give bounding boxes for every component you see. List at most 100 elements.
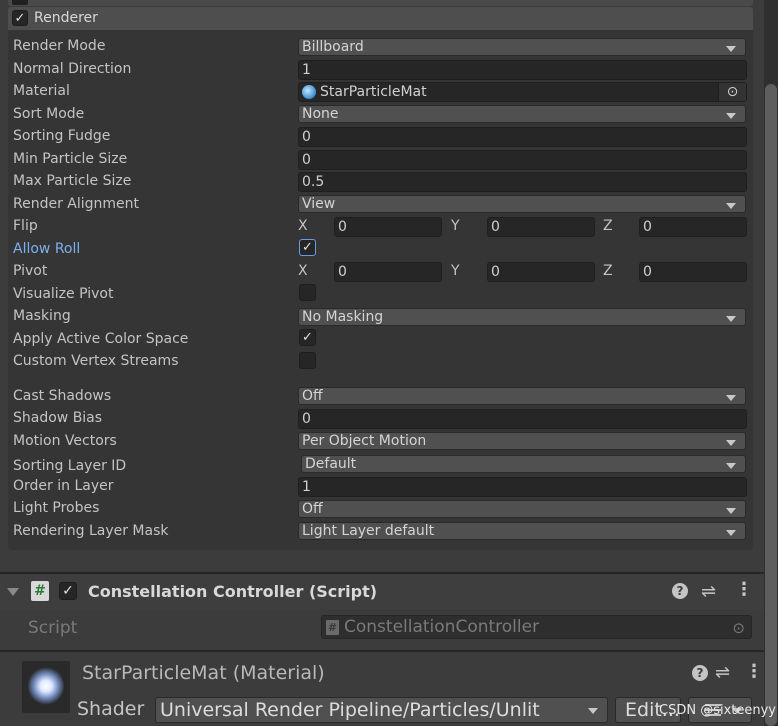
sorting-layer-id-dropdown[interactable]: Default — [301, 455, 746, 473]
pivot-z-label[interactable]: Z — [603, 263, 613, 279]
flip-z-label[interactable]: Z — [603, 218, 613, 234]
cast-shadows-label: Cast Shadows — [13, 388, 112, 404]
presets-icon[interactable]: ⇌ — [715, 662, 730, 683]
shadow-bias-value: 0 — [302, 411, 311, 427]
material-sphere-icon — [302, 85, 316, 99]
order-in-layer-field[interactable]: 1 — [298, 477, 747, 497]
chevron-down-icon — [726, 316, 736, 322]
chevron-down-icon — [726, 463, 736, 469]
help-icon[interactable]: ? — [672, 583, 688, 599]
script-field-label: Script — [28, 618, 78, 638]
pivot-x-label[interactable]: X — [298, 263, 308, 279]
flip-y-value: 0 — [491, 219, 500, 235]
flip-label: Flip — [13, 218, 38, 234]
object-picker-icon[interactable]: ⊙ — [732, 619, 745, 637]
custom-vertex-streams-checkbox[interactable] — [299, 352, 316, 369]
flip-x-field[interactable]: 0 — [334, 217, 442, 237]
visualize-pivot-checkbox[interactable] — [299, 284, 316, 301]
allow-roll-checkbox[interactable]: ✓ — [299, 239, 316, 256]
shader-value: Universal Render Pipeline/Particles/Unli… — [160, 699, 540, 721]
apply-active-color-space-checkbox[interactable]: ✓ — [299, 329, 316, 346]
previous-module-checkbox[interactable] — [12, 0, 28, 5]
scrollbar-thumb[interactable] — [765, 84, 777, 726]
pivot-label: Pivot — [13, 263, 48, 279]
material-component-title: StarParticleMat (Material) — [82, 662, 325, 684]
sorting-fudge-label: Sorting Fudge — [13, 128, 111, 144]
cast-shadows-value: Off — [302, 388, 323, 404]
masking-dropdown[interactable]: No Masking — [298, 308, 746, 326]
chevron-down-icon — [726, 113, 736, 119]
masking-label: Masking — [13, 308, 71, 324]
script-enabled-checkbox[interactable]: ✓ — [59, 582, 77, 600]
render-mode-dropdown[interactable]: Billboard — [298, 38, 746, 56]
flip-y-label[interactable]: Y — [451, 218, 460, 234]
masking-value: No Masking — [302, 309, 384, 325]
chevron-down-icon — [726, 508, 736, 514]
material-object-field[interactable]: StarParticleMat ⊙ — [298, 82, 747, 102]
sort-mode-dropdown[interactable]: None — [298, 105, 746, 123]
rendering-layer-mask-value: Light Layer default — [302, 523, 435, 539]
foldout-arrow-icon[interactable] — [7, 588, 19, 596]
renderer-module-title: Renderer — [34, 10, 98, 26]
material-label: Material — [13, 83, 70, 99]
sort-mode-label: Sort Mode — [13, 106, 85, 122]
rendering-layer-mask-dropdown[interactable]: Light Layer default — [298, 522, 746, 540]
script-object-field[interactable]: # ConstellationController ⊙ — [321, 615, 752, 639]
cast-shadows-dropdown[interactable]: Off — [298, 387, 746, 405]
motion-vectors-label: Motion Vectors — [13, 433, 117, 449]
sorting-fudge-field[interactable]: 0 — [298, 127, 747, 147]
max-particle-size-value: 0.5 — [302, 174, 325, 190]
more-options-icon[interactable]: ⋮ — [745, 663, 763, 681]
shader-label: Shader — [77, 698, 145, 720]
pivot-y-value: 0 — [491, 264, 500, 280]
pivot-z-field[interactable]: 0 — [639, 262, 747, 282]
presets-icon[interactable]: ⇌ — [701, 581, 716, 602]
render-alignment-dropdown[interactable]: View — [298, 195, 746, 213]
renderer-enabled-checkbox[interactable]: ✓ — [12, 10, 28, 26]
check-icon: ✓ — [302, 330, 313, 345]
motion-vectors-value: Per Object Motion — [302, 433, 427, 449]
help-icon[interactable]: ? — [692, 665, 708, 681]
shader-dropdown[interactable]: Universal Render Pipeline/Particles/Unli… — [155, 697, 608, 723]
apply-active-color-space-label: Apply Active Color Space — [13, 331, 189, 347]
normal-direction-field[interactable]: 1 — [298, 60, 747, 80]
pivot-x-field[interactable]: 0 — [334, 262, 442, 282]
sort-mode-value: None — [302, 106, 339, 122]
max-particle-size-field[interactable]: 0.5 — [298, 172, 747, 192]
chevron-down-icon — [726, 395, 736, 401]
flip-x-label[interactable]: X — [298, 218, 308, 234]
more-options-icon[interactable]: ⋮ — [735, 581, 753, 599]
max-particle-size-label: Max Particle Size — [13, 173, 132, 189]
normal-direction-label: Normal Direction — [13, 61, 132, 77]
order-in-layer-label: Order in Layer — [13, 478, 114, 494]
custom-vertex-streams-label: Custom Vertex Streams — [13, 353, 179, 369]
shadow-bias-field[interactable]: 0 — [298, 409, 747, 429]
flip-x-value: 0 — [338, 219, 347, 235]
chevron-down-icon — [726, 46, 736, 52]
pivot-z-value: 0 — [643, 264, 652, 280]
flip-z-value: 0 — [643, 219, 652, 235]
render-alignment-label: Render Alignment — [13, 196, 140, 212]
check-icon: ✓ — [14, 10, 26, 26]
render-alignment-value: View — [302, 196, 336, 212]
check-icon: ✓ — [302, 240, 313, 255]
flip-y-field[interactable]: 0 — [487, 217, 595, 237]
watermark: CSDN @sixteenyy — [659, 703, 776, 718]
light-probes-dropdown[interactable]: Off — [298, 500, 746, 518]
pivot-y-label[interactable]: Y — [451, 263, 460, 279]
check-icon: ✓ — [62, 583, 74, 599]
chevron-down-icon — [726, 440, 736, 446]
component-divider — [0, 650, 764, 652]
normal-direction-value: 1 — [302, 62, 311, 78]
min-particle-size-field[interactable]: 0 — [298, 150, 747, 170]
object-picker-icon[interactable]: ⊙ — [718, 83, 746, 101]
flip-z-field[interactable]: 0 — [639, 217, 747, 237]
chevron-down-icon — [588, 708, 598, 714]
visualize-pivot-label: Visualize Pivot — [13, 286, 114, 302]
pivot-y-field[interactable]: 0 — [487, 262, 595, 282]
material-preview-glow — [28, 667, 64, 705]
motion-vectors-dropdown[interactable]: Per Object Motion — [298, 432, 746, 450]
sorting-fudge-value: 0 — [302, 129, 311, 145]
min-particle-size-value: 0 — [302, 152, 311, 168]
renderer-module-header[interactable] — [8, 7, 753, 30]
